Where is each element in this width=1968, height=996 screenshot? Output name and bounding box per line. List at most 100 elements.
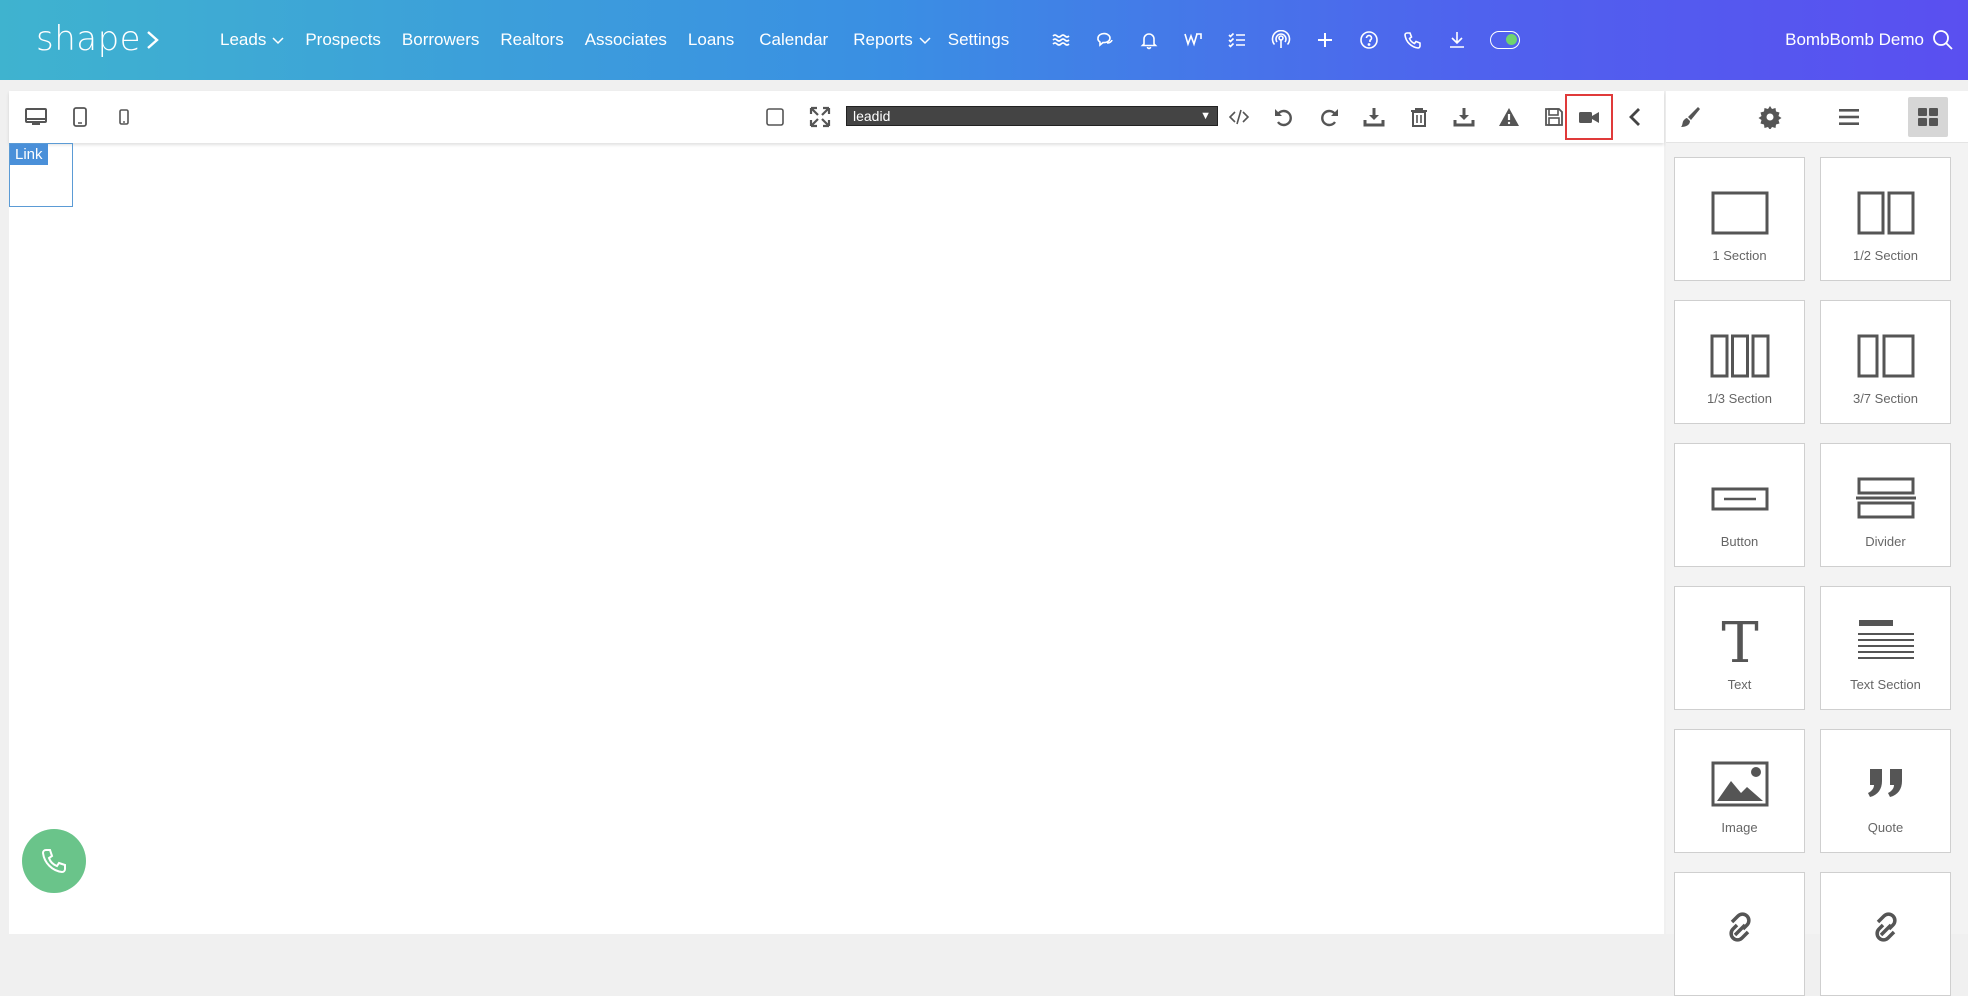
caret-down-icon: ▼ — [1200, 110, 1211, 122]
chat-icon[interactable] — [1094, 29, 1116, 51]
nav-link-borrowers[interactable]: Borrowers — [402, 30, 479, 50]
mobile-icon[interactable] — [110, 103, 138, 131]
merge-field-select[interactable]: leadid ▼ — [846, 106, 1218, 126]
chevron-left-icon[interactable] — [1621, 103, 1649, 131]
block-label: Button — [1720, 534, 1759, 549]
nav-link-loans[interactable]: Loans — [688, 30, 734, 50]
nav-link-label: Settings — [947, 30, 1010, 49]
plus-icon[interactable] — [1314, 29, 1336, 51]
video-icon[interactable] — [1565, 94, 1613, 140]
warning-icon[interactable] — [1495, 103, 1523, 131]
phone-icon[interactable] — [1402, 29, 1424, 51]
block-label: Image — [1721, 820, 1758, 835]
three-seven-section-icon — [1856, 329, 1916, 381]
text-block-icon: T — [1710, 615, 1770, 667]
sign-icon[interactable] — [1182, 29, 1204, 51]
download-icon[interactable] — [1446, 29, 1468, 51]
nav-link-realtors[interactable]: Realtors — [500, 30, 563, 50]
help-icon[interactable] — [1358, 29, 1380, 51]
link-block-icon — [1710, 901, 1770, 953]
divider-block-icon — [1855, 472, 1916, 524]
link-block[interactable]: Link — [9, 143, 73, 207]
fullscreen-icon[interactable] — [806, 103, 834, 131]
select-value: leadid — [853, 108, 891, 124]
block-label: Text Section — [1850, 677, 1921, 692]
block-quote[interactable]: Quote — [1820, 729, 1951, 853]
nav-link-reports[interactable]: Reports — [853, 30, 931, 50]
block-label: Quote — [1867, 820, 1904, 835]
top-navigation: shape Leads Prospects Borrowers Realtors… — [0, 0, 1968, 80]
redo-icon[interactable] — [1315, 103, 1343, 131]
trash-icon[interactable] — [1405, 103, 1433, 131]
block-button[interactable]: Button — [1674, 443, 1805, 567]
block-three-seven-section[interactable]: 3/7 Section — [1820, 300, 1951, 424]
nav-link-label: Prospects — [305, 30, 381, 49]
nav-link-label: Reports — [853, 30, 913, 49]
logo-chevron-icon — [145, 24, 161, 54]
nav-link-calendar[interactable]: Calendar — [759, 30, 828, 50]
brush-icon[interactable] — [1670, 97, 1710, 137]
block-third-section[interactable]: 1/3 Section — [1674, 300, 1805, 424]
code-icon[interactable] — [1225, 103, 1253, 131]
phone-call-button[interactable] — [22, 829, 86, 893]
save-icon[interactable] — [1540, 103, 1568, 131]
block-label: 1 Section — [1712, 248, 1767, 263]
block-text-section[interactable]: Text Section — [1820, 586, 1951, 710]
undo-icon[interactable] — [1270, 103, 1298, 131]
block-label: 1/2 Section — [1852, 248, 1919, 263]
checkbox-icon[interactable] — [761, 103, 789, 131]
chevron-down-icon — [919, 37, 931, 45]
nav-icons — [1050, 0, 1520, 80]
gear-icon[interactable] — [1750, 97, 1790, 137]
logo-text: shape — [36, 19, 142, 59]
nav-link-label: Leads — [220, 30, 267, 49]
export-icon[interactable] — [1450, 103, 1478, 131]
blocks-icon[interactable] — [1908, 97, 1948, 137]
chevron-down-icon — [272, 37, 284, 45]
nav-link-label: Realtors — [500, 30, 564, 49]
logo[interactable]: shape — [36, 14, 161, 64]
nav-link-prospects[interactable]: Prospects — [305, 30, 381, 50]
block-half-section[interactable]: 1/2 Section — [1820, 157, 1951, 281]
block-image[interactable]: Image — [1674, 729, 1805, 853]
user-name[interactable]: BombBomb Demo — [1785, 0, 1924, 80]
toggle-switch[interactable] — [1490, 31, 1520, 49]
link-block-icon — [1856, 901, 1916, 953]
nav-link-label: Associates — [584, 30, 667, 49]
checklist-icon[interactable] — [1226, 29, 1248, 51]
nav-link-settings[interactable]: Settings — [948, 30, 1009, 50]
editor-toolbar: leadid ▼ — [9, 91, 1664, 143]
menu-icon[interactable] — [1829, 97, 1869, 137]
bell-icon[interactable] — [1138, 29, 1160, 51]
nav-link-label: Calendar — [759, 30, 829, 49]
blocks-panel: 1 Section 1/2 Section 1/3 Section 3/7 Se… — [1666, 91, 1968, 996]
toggle-knob — [1506, 34, 1517, 45]
quote-block-icon — [1856, 758, 1916, 810]
one-section-icon — [1710, 186, 1770, 238]
block-label: 3/7 Section — [1852, 391, 1919, 406]
half-section-icon — [1856, 186, 1916, 238]
podcast-icon[interactable] — [1270, 29, 1292, 51]
block-link-2[interactable] — [1820, 872, 1951, 996]
svg-text:T: T — [1721, 616, 1758, 666]
import-icon[interactable] — [1360, 103, 1388, 131]
block-label: Text — [1727, 677, 1752, 692]
nav-link-associates[interactable]: Associates — [585, 30, 667, 50]
waves-icon[interactable] — [1050, 29, 1072, 51]
nav-links: Leads Prospects Borrowers Realtors Assoc… — [220, 0, 1030, 80]
block-link[interactable] — [1674, 872, 1805, 996]
button-block-icon — [1710, 472, 1770, 524]
image-block-icon — [1710, 758, 1770, 810]
block-label: 1/3 Section — [1706, 391, 1773, 406]
phone-icon — [41, 849, 66, 874]
block-one-section[interactable]: 1 Section — [1674, 157, 1805, 281]
editor-canvas[interactable]: leadid ▼ Link — [9, 91, 1664, 934]
text-section-icon — [1856, 615, 1916, 667]
desktop-icon[interactable] — [22, 103, 50, 131]
block-divider[interactable]: Divider — [1820, 443, 1951, 567]
nav-link-leads[interactable]: Leads — [220, 30, 284, 50]
block-text[interactable]: T Text — [1674, 586, 1805, 710]
tablet-icon[interactable] — [66, 103, 94, 131]
search-icon[interactable] — [1932, 29, 1954, 51]
nav-link-label: Borrowers — [401, 30, 480, 49]
